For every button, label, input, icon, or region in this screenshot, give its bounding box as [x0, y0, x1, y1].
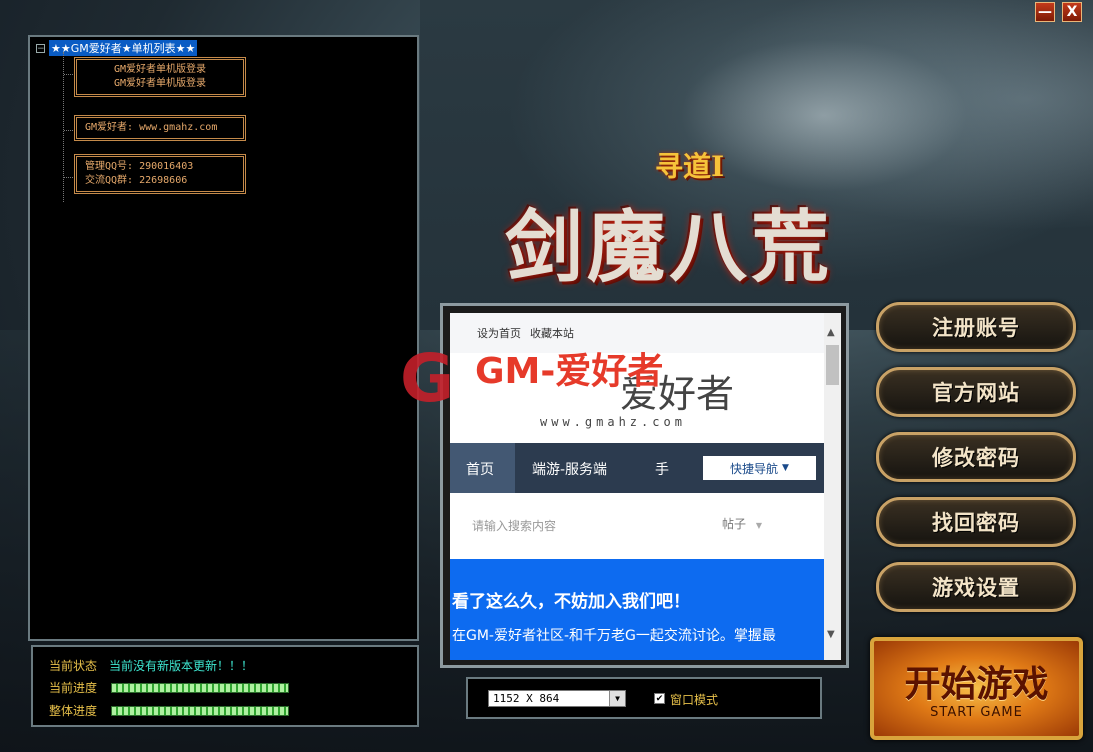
overall-progress-row: 整体进度	[49, 702, 290, 719]
server-item-site[interactable]: GM爱好者: www.gmahz.com	[74, 115, 246, 141]
join-banner[interactable]: 看了这么久，不妨加入我们吧！ 在GM-爱好者社区-和千万老G一起交流讨论。掌握最	[450, 559, 824, 660]
search-type-select[interactable]: 帖子 ▼	[722, 515, 762, 532]
server-item-line: GM爱好者单机版登录	[113, 78, 207, 89]
overall-progress-fill	[112, 706, 289, 715]
close-button[interactable]: X	[1062, 2, 1082, 22]
server-item-line: GM爱好者: www.gmahz.com	[85, 122, 218, 133]
dropdown-arrow-icon[interactable]: ▼	[609, 691, 625, 706]
collapse-icon[interactable]: −	[36, 43, 45, 53]
state-value: 当前没有新版本更新！！！	[109, 659, 254, 673]
scroll-down-icon[interactable]: ▼	[827, 629, 835, 640]
minimize-button[interactable]: —	[1035, 2, 1055, 22]
browser-scrollbar[interactable]: ▲ ▼	[824, 313, 841, 660]
server-item-line: 管理QQ号: 290016403	[85, 161, 194, 172]
server-list-panel[interactable]: − ★★GM爱好者★单机列表★★ GM爱好者单机版登录 GM爱好者单机版登录 G…	[28, 35, 419, 641]
site-nav: 首页 端游-服务端 手 快捷导航 ▼	[450, 443, 824, 493]
tree-branch	[64, 74, 73, 75]
start-game-sublabel: START GAME	[930, 705, 1023, 720]
watermark-logo: G GM-爱好者 www.gmahz.com	[400, 340, 700, 430]
game-logo: 寻道Ⅰ 剑魔八荒	[505, 145, 865, 305]
overall-progress-label: 整体进度	[49, 704, 98, 718]
change-password-button[interactable]: 修改密码	[876, 432, 1076, 482]
resolution-bar: 1152 X 864 ▼ ✔ 窗口模式	[466, 677, 822, 719]
status-state-row: 当前状态 当前没有新版本更新！！！	[49, 657, 253, 674]
caret-down-icon: ▼	[782, 463, 789, 473]
resolution-value: 1152 X 864	[493, 692, 560, 705]
tree-root[interactable]: − ★★GM爱好者★单机列表★★	[36, 40, 198, 56]
recover-password-button[interactable]: 找回密码	[876, 497, 1076, 547]
scroll-thumb[interactable]	[826, 345, 839, 385]
nav-home[interactable]: 首页	[466, 459, 494, 479]
banner-title: 看了这么久，不妨加入我们吧！	[452, 592, 690, 612]
site-search[interactable]: 请输入搜索内容 帖子 ▼	[450, 493, 824, 555]
nav-mobile[interactable]: 手	[655, 459, 669, 479]
tree-branch	[64, 177, 73, 178]
state-label: 当前状态	[49, 659, 98, 673]
watermark-g: G	[400, 340, 455, 417]
quick-nav-label: 快捷导航	[730, 461, 779, 476]
server-item-login[interactable]: GM爱好者单机版登录 GM爱好者单机版登录	[74, 57, 246, 97]
start-game-label: 开始游戏	[904, 663, 1049, 705]
caret-down-icon: ▼	[755, 521, 762, 530]
server-item-contact[interactable]: 管理QQ号: 290016403 交流QQ群: 22698606	[74, 154, 246, 194]
window-mode-label[interactable]: 窗口模式	[670, 691, 718, 708]
current-progress-row: 当前进度	[49, 679, 290, 696]
register-button[interactable]: 注册账号	[876, 302, 1076, 352]
current-progress-label: 当前进度	[49, 681, 98, 695]
server-item-line: 交流QQ群: 22698606	[85, 175, 188, 186]
watermark-url: www.gmahz.com	[478, 398, 604, 411]
nav-server[interactable]: 端游-服务端	[532, 459, 607, 479]
scroll-up-icon[interactable]: ▲	[827, 327, 835, 338]
tree-branch	[64, 130, 73, 131]
game-settings-button[interactable]: 游戏设置	[876, 562, 1076, 612]
bookmark-link[interactable]: 收藏本站	[530, 325, 574, 341]
current-progress-bar	[111, 682, 290, 693]
status-panel: 当前状态 当前没有新版本更新！！！ 当前进度 整体进度	[31, 645, 419, 727]
start-game-button[interactable]: 开始游戏 START GAME	[870, 637, 1083, 740]
quick-nav-button[interactable]: 快捷导航 ▼	[703, 456, 816, 480]
logo-subtitle: 寻道Ⅰ	[655, 150, 725, 183]
overall-progress-bar	[111, 705, 290, 716]
logo-title: 剑魔八荒	[505, 202, 834, 293]
search-type-label: 帖子	[722, 517, 747, 531]
tree-root-label[interactable]: ★★GM爱好者★单机列表★★	[49, 40, 198, 56]
set-homepage-link[interactable]: 设为首页	[477, 325, 521, 341]
watermark-text: GM-爱好者	[475, 351, 664, 392]
official-site-button[interactable]: 官方网站	[876, 367, 1076, 417]
search-input[interactable]: 请输入搜索内容	[472, 517, 556, 534]
banner-subtitle: 在GM-爱好者社区-和千万老G一起交流讨论。掌握最	[452, 628, 776, 644]
server-item-line: GM爱好者单机版登录	[113, 64, 207, 75]
window-mode-checkbox[interactable]: ✔	[654, 693, 665, 704]
current-progress-fill	[112, 683, 289, 692]
resolution-select[interactable]: 1152 X 864 ▼	[488, 690, 626, 707]
